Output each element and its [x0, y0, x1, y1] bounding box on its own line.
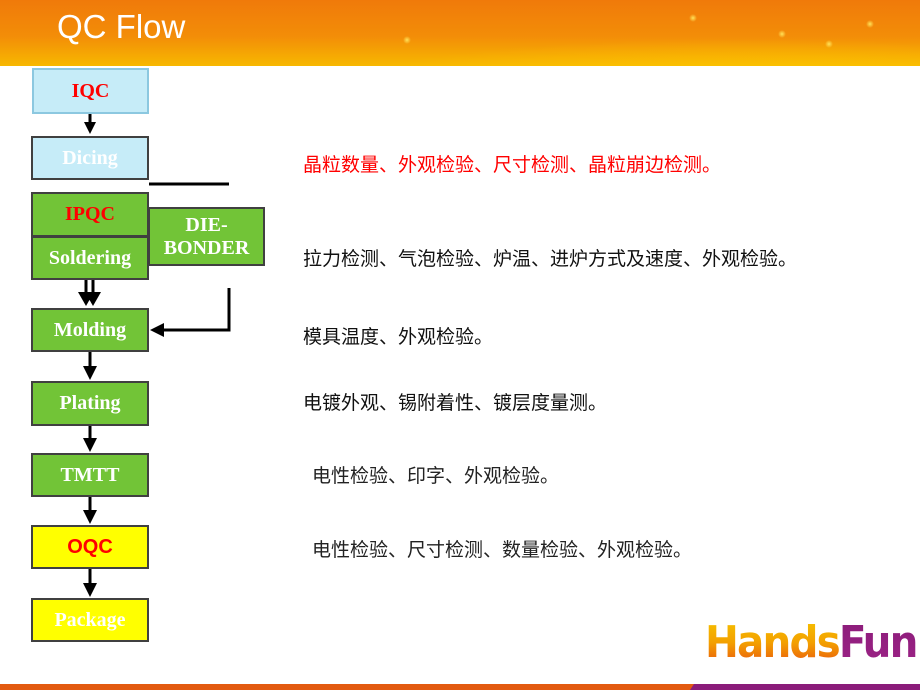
flow-step-label: IPQC — [65, 203, 115, 225]
flow-step-oqc: OQC — [31, 525, 149, 569]
desc-plating: 电镀外观、锡附着性、镀层度量测。 — [303, 392, 608, 414]
arrow-diebonder-molding — [162, 288, 231, 332]
flow-step-label: DIE- — [185, 213, 228, 236]
desc-oqc: 电性检验、尺寸检测、数量检验、外观检验。 — [312, 539, 693, 561]
flow-step-label: IQC — [71, 79, 110, 102]
arrow-head — [83, 366, 97, 380]
arrow-head — [83, 510, 97, 524]
handsfun-logo: HandsFun — [705, 617, 919, 668]
flow-step-iqc: IQC — [32, 68, 149, 114]
flow-step-tmtt: TMTT — [31, 453, 149, 497]
desc-soldering: 拉力检测、气泡检验、炉温、进炉方式及速度、外观检验。 — [303, 248, 798, 270]
arrow-head — [84, 122, 96, 134]
flow-step-label: BONDER — [163, 236, 250, 259]
footer-bar-accent — [690, 684, 920, 690]
flow-step-label: Soldering — [48, 246, 132, 269]
flow-step-label: TMTT — [60, 463, 120, 486]
logo-part-hands: Hands — [705, 617, 841, 668]
desc-tmtt: 电性检验、印字、外观检验。 — [312, 465, 560, 487]
footer-bar — [0, 684, 920, 690]
desc-molding: 模具温度、外观检验。 — [303, 326, 494, 348]
arrow-head — [83, 438, 97, 452]
flow-step-soldering: Soldering — [31, 236, 149, 280]
logo-part-fun: Fun — [838, 617, 919, 668]
desc-dicing: 晶粒数量、外观检验、尺寸检测、晶粒崩边检测。 — [303, 154, 722, 176]
flow-step-label: Plating — [59, 392, 121, 414]
flow-step-label: Dicing — [62, 146, 118, 169]
arrow-head — [150, 323, 164, 337]
flow-step-label: Package — [54, 608, 126, 631]
flow-step-package: Package — [31, 598, 149, 642]
flow-step-molding: Molding — [31, 308, 149, 352]
flow-step-die-bonder: DIE- BONDER — [148, 207, 265, 266]
flow-step-label: OQC — [67, 535, 113, 558]
flow-step-ipqc: IPQC — [31, 192, 149, 237]
flow-step-dicing: Dicing — [31, 136, 149, 180]
flow-step-label: Molding — [53, 318, 127, 341]
arrow-head — [83, 583, 97, 597]
flow-step-plating: Plating — [31, 381, 149, 426]
